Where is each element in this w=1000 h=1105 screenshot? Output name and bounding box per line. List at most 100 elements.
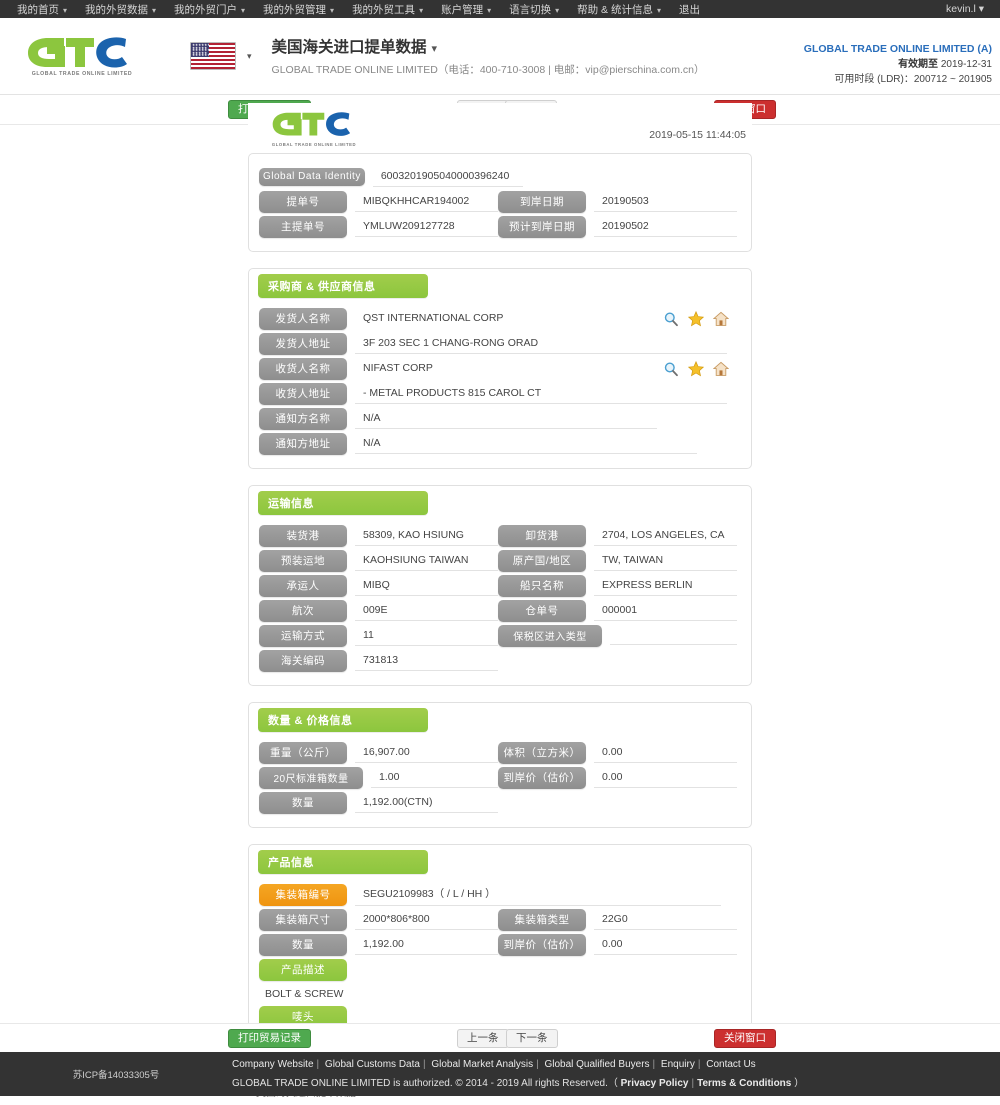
account-info: GLOBAL TRADE ONLINE LIMITED (A) 有效期至 201… — [804, 42, 992, 87]
divider: | — [652, 1059, 656, 1070]
next-record-button-bottom[interactable]: 下一条 — [506, 1029, 558, 1048]
table-row: 运输方式 11 保税区进入类型 — [259, 623, 737, 648]
home-icon[interactable] — [713, 361, 729, 377]
table-row: 数量 1,192.00 到岸价（估价） 0.00 — [259, 932, 737, 957]
footer-link-privacy-policy[interactable]: Privacy Policy — [621, 1078, 689, 1089]
user-menu[interactable]: kevin.l ▾ — [946, 3, 992, 15]
nav-item-3-label: 我的外贸管理 — [263, 3, 327, 16]
footer-link-global-market-analysis[interactable]: Global Market Analysis — [431, 1059, 533, 1070]
shipper-name-cell: 发货人名称 QST INTERNATIONAL CORP — [259, 307, 657, 330]
home-icon[interactable] — [713, 311, 729, 327]
cif-value: 0.00 — [594, 768, 737, 788]
weight-value: 16,907.00 — [355, 743, 498, 763]
arrival-date-value: 20190503 — [594, 192, 737, 212]
footer-link-terms[interactable]: Terms & Conditions — [697, 1078, 791, 1089]
footer-link-enquiry[interactable]: Enquiry — [661, 1059, 695, 1070]
report-header: GLOBAL TRADE ONLINE LIMITED 2019-05-15 1… — [248, 103, 752, 153]
cif-cell: 到岸价（估价） 0.00 — [498, 766, 737, 789]
site-logo[interactable]: GLOBAL TRADE ONLINE LIMITED — [22, 36, 142, 77]
chevron-down-icon: ▾ — [419, 5, 424, 15]
chevron-down-icon: ▾ — [330, 5, 335, 15]
gtc-logo-icon — [28, 36, 127, 68]
account-validity-value: 2019-12-31 — [940, 59, 992, 70]
footer-link-global-qualified-buyers[interactable]: Global Qualified Buyers — [544, 1059, 649, 1070]
table-row: 通知方地址 N/A — [259, 431, 737, 456]
identity-card: Global Data Identity 6003201905040000396… — [248, 153, 752, 252]
nav-item-2[interactable]: 我的外贸门户 ▾ — [165, 2, 254, 17]
table-row: 海关编码 731813 — [259, 648, 737, 673]
table-row: 提单号 MIBQKHHCAR194002 到岸日期 20190503 — [259, 189, 737, 214]
search-icon[interactable] — [663, 311, 679, 327]
country-selector[interactable]: ★★★★★★ ★★★★★ ★★★★★★ ★★★★★ ★★★★★★ ▾ — [190, 42, 252, 70]
shipper-name-value: QST INTERNATIONAL CORP — [363, 312, 504, 324]
arrival-date-cell: 到岸日期 20190503 — [498, 190, 737, 213]
bl-number-cell: 提单号 MIBQKHHCAR194002 — [259, 190, 498, 213]
account-validity-label: 有效期至 — [898, 59, 939, 70]
nav-item-0[interactable]: 我的首页 ▾ — [8, 2, 76, 17]
footer-link-global-customs-data[interactable]: Global Customs Data — [325, 1059, 420, 1070]
container-number-cell: 集装箱编号 SEGU2109983（ / L / HH ） — [259, 883, 737, 906]
identity-cell: Global Data Identity 6003201905040000396… — [259, 167, 737, 187]
nav-item-5[interactable]: 账户管理 ▾ — [432, 2, 500, 17]
top-navigation-bar: 我的首页 ▾ 我的外贸数据 ▾ 我的外贸门户 ▾ 我的外贸管理 ▾ 我的外贸工具 ▾ 账户… — [0, 0, 1000, 18]
search-icon[interactable] — [663, 361, 679, 377]
chevron-down-icon: ▾ — [241, 5, 246, 15]
loading-port-label: 装货港 — [259, 524, 347, 547]
pre-carriage-value: KAOHSIUNG TAIWAN — [355, 551, 498, 571]
table-row: 集装箱编号 SEGU2109983（ / L / HH ） — [259, 882, 737, 907]
account-name: GLOBAL TRADE ONLINE LIMITED (A) — [803, 43, 992, 55]
copyright-text: GLOBAL TRADE ONLINE LIMITED is authorize… — [232, 1078, 618, 1089]
print-record-button-bottom[interactable]: 打印贸易记录 — [228, 1029, 311, 1048]
hs-code-label: 海关编码 — [259, 649, 347, 672]
identity-row: Global Data Identity 6003201905040000396… — [259, 164, 737, 189]
chevron-down-icon: ▾ — [431, 43, 438, 55]
hs-code-cell: 海关编码 731813 — [259, 649, 498, 672]
transport-mode-label: 运输方式 — [259, 624, 347, 647]
footer-copyright: GLOBAL TRADE ONLINE LIMITED is authorize… — [232, 1074, 804, 1093]
footer-link-company-website[interactable]: Company Website — [232, 1059, 314, 1070]
shipper-address-cell: 发货人地址 3F 203 SEC 1 CHANG-RONG ORAD — [259, 332, 737, 355]
table-row: 主提单号 YMLUW209127728 预计到岸日期 20190502 — [259, 214, 737, 239]
page-footer: 苏ICP备14033305号 Company Website | Global C… — [0, 1052, 1000, 1096]
quantity-value: 1,192.00(CTN) — [355, 793, 498, 813]
product-cif-label: 到岸价（估价） — [498, 933, 586, 956]
container-type-value: 22G0 — [594, 910, 737, 930]
notify-name-value: N/A — [355, 409, 657, 429]
product-description-label: 产品描述 — [259, 958, 347, 981]
nav-item-3[interactable]: 我的外贸管理 ▾ — [254, 2, 343, 17]
vessel-name-value: EXPRESS BERLIN — [594, 576, 737, 596]
nav-item-1[interactable]: 我的外贸数据 ▾ — [76, 2, 165, 17]
close-window-button-bottom[interactable]: 关闭窗口 — [714, 1029, 776, 1048]
divider: | — [422, 1059, 426, 1070]
consignee-name-label: 收货人名称 — [259, 357, 347, 380]
quantity-card: 数量 & 价格信息 重量（公斤） 16,907.00 体积（立方米） 0.00 … — [248, 702, 752, 828]
star-icon[interactable] — [688, 310, 704, 327]
nav-item-4[interactable]: 我的外贸工具 ▾ — [343, 2, 432, 17]
transport-mode-cell: 运输方式 11 — [259, 624, 498, 647]
nav-item-6[interactable]: 语言切换 ▾ — [500, 2, 568, 17]
icp-license: 苏ICP备14033305号 — [72, 1070, 160, 1081]
account-range-label: 可用时段 (LDR)： — [834, 74, 914, 85]
nav-item-logout[interactable]: 退出 — [670, 2, 709, 17]
table-row: 重量（公斤） 16,907.00 体积（立方米） 0.00 — [259, 740, 737, 765]
parties-card: 采购商 & 供应商信息 发货人名称 QST INTERNATIONAL CORP… — [248, 268, 752, 469]
teu-value: 1.00 — [371, 768, 498, 788]
shipper-address-label: 发货人地址 — [259, 332, 347, 355]
nav-item-0-label: 我的首页 — [17, 3, 59, 16]
product-description-row: 产品描述 — [259, 957, 737, 982]
product-quantity-cell: 数量 1,192.00 — [259, 933, 498, 956]
volume-value: 0.00 — [594, 743, 737, 763]
eta-value: 20190502 — [594, 217, 737, 237]
page-title[interactable]: 美国海关进口提单数据 ▾ — [272, 35, 705, 57]
container-size-value: 2000*806*800 — [355, 910, 498, 930]
footer-link-contact-us[interactable]: Contact Us — [706, 1059, 755, 1070]
previous-record-button-bottom[interactable]: 上一条 — [457, 1029, 509, 1048]
table-row: 集装箱尺寸 2000*806*800 集装箱类型 22G0 — [259, 907, 737, 932]
nav-item-7[interactable]: 帮助 & 统计信息 ▾ — [568, 2, 670, 17]
page-title-text: 美国海关进口提单数据 — [271, 39, 427, 56]
chevron-down-icon: ▾ — [63, 5, 68, 15]
star-icon[interactable] — [688, 360, 704, 377]
eta-label: 预计到岸日期 — [498, 215, 586, 238]
cif-label: 到岸价（估价） — [498, 766, 586, 789]
weight-cell: 重量（公斤） 16,907.00 — [259, 741, 498, 764]
